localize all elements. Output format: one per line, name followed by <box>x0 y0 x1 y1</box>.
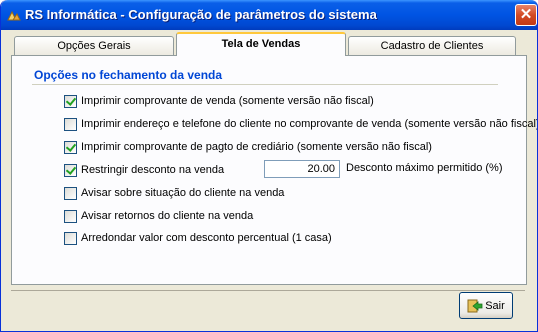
exit-door-icon <box>467 299 483 312</box>
bottom-separator <box>11 290 525 291</box>
close-button[interactable]: ✕ <box>515 4 537 26</box>
title-bar[interactable]: RS Informática - Configuração de parâmet… <box>1 0 537 30</box>
window-title: RS Informática - Configuração de parâmet… <box>25 7 377 22</box>
tab-opcoes-gerais[interactable]: Opções Gerais <box>14 36 174 56</box>
option-round-discount[interactable]: Arredondar valor com desconto percentual… <box>64 230 332 246</box>
max-discount-label: Desconto máximo permitido (%) <box>346 162 503 174</box>
tab-cadastro-de-clientes[interactable]: Cadastro de Clientes <box>348 36 516 56</box>
client-area: Opções Gerais Tela de Vendas Cadastro de… <box>4 30 537 328</box>
option-label: Avisar sobre situação do cliente na vend… <box>81 187 285 199</box>
option-label: Imprimir endereço e telefone do cliente … <box>81 118 538 130</box>
tab-tela-de-vendas[interactable]: Tela de Vendas <box>176 32 346 56</box>
group-title: Opções no fechamento da venda <box>34 68 223 82</box>
app-icon <box>7 10 21 21</box>
checkbox[interactable] <box>64 186 77 200</box>
exit-button[interactable]: Sair <box>459 292 513 319</box>
option-print-receipt[interactable]: Imprimir comprovante de venda (somente v… <box>64 93 374 109</box>
checkbox[interactable] <box>64 140 77 154</box>
option-label: Restringir desconto na venda <box>81 164 225 176</box>
group-divider <box>32 84 498 85</box>
checkbox[interactable] <box>64 163 77 177</box>
checkbox[interactable] <box>64 117 77 131</box>
checkbox[interactable] <box>64 94 77 108</box>
option-label: Arredondar valor com desconto percentual… <box>81 232 332 244</box>
checkbox[interactable] <box>64 231 77 245</box>
settings-window: RS Informática - Configuração de parâmet… <box>0 0 538 332</box>
option-warn-returns[interactable]: Avisar retornos do cliente na venda <box>64 208 253 224</box>
option-print-credit-receipt[interactable]: Imprimir comprovante de pagto de crediár… <box>64 139 432 155</box>
exit-button-label: Sair <box>485 299 505 312</box>
option-label: Imprimir comprovante de venda (somente v… <box>81 95 374 107</box>
option-label: Imprimir comprovante de pagto de crediár… <box>81 141 432 153</box>
option-print-address[interactable]: Imprimir endereço e telefone do cliente … <box>64 116 538 132</box>
max-discount-input[interactable]: 20.00 <box>264 160 340 178</box>
checkbox[interactable] <box>64 209 77 223</box>
option-label: Avisar retornos do cliente na venda <box>81 210 254 222</box>
option-restrict-discount[interactable]: Restringir desconto na venda <box>64 162 224 178</box>
option-warn-client-status[interactable]: Avisar sobre situação do cliente na vend… <box>64 185 284 201</box>
